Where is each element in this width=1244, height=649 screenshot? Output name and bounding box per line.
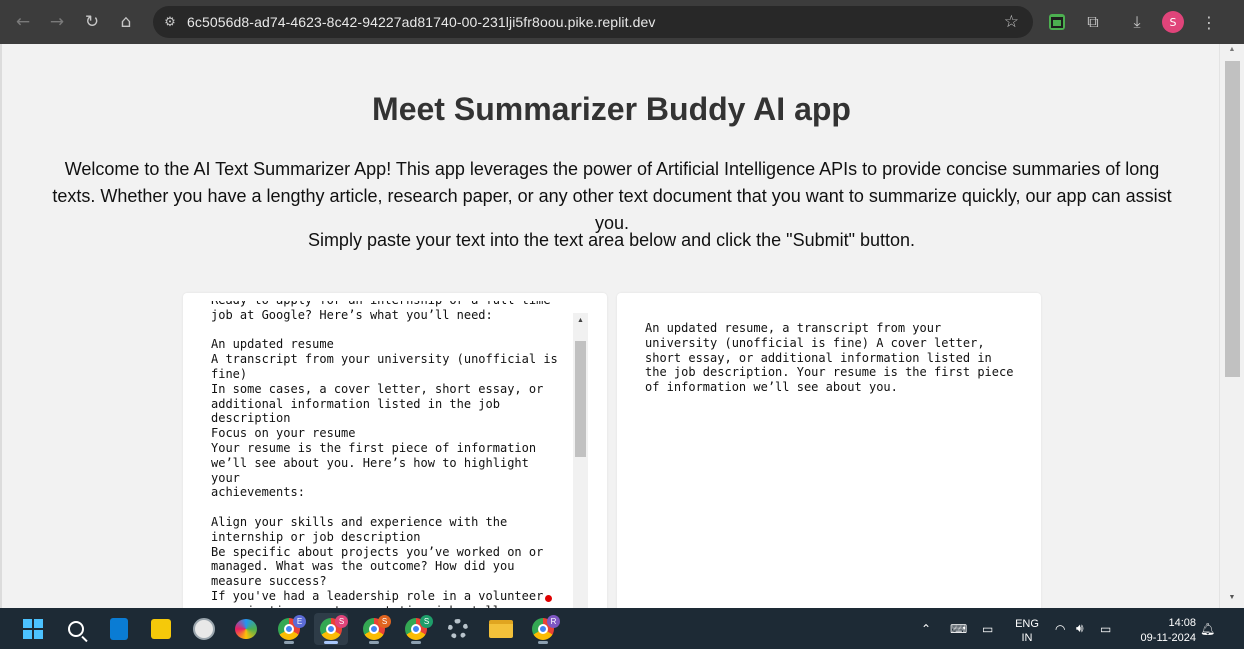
textarea-scrollbar[interactable]: ▲	[573, 313, 588, 608]
home-icon[interactable]: ⌂	[109, 5, 143, 39]
page-title: Meet Summarizer Buddy AI app	[372, 91, 851, 127]
chevron-up-icon[interactable]: ⌃	[921, 608, 931, 649]
site-info-icon[interactable]: ⚙	[161, 13, 179, 31]
input-text[interactable]: Ready to apply for an internship or a fu…	[211, 301, 563, 608]
input-textarea[interactable]: Ready to apply for an internship or a fu…	[211, 301, 573, 608]
folder-icon	[489, 620, 513, 638]
volume-icon[interactable]: 🔊︎	[1076, 608, 1084, 649]
profile-badge: S	[378, 615, 391, 628]
paint-icon	[235, 619, 257, 639]
back-icon[interactable]: ←	[6, 5, 40, 39]
chrome-profile-e[interactable]: E	[272, 613, 306, 645]
url-text[interactable]: 6c5056d8-ad74-4623-8c42-94227ad81740-00-…	[187, 14, 655, 30]
search-button[interactable]	[59, 613, 93, 645]
scroll-up-icon[interactable]: ▲	[573, 313, 588, 328]
language-indicator[interactable]: ENG IN	[1010, 617, 1044, 645]
summary-panel: An updated resume, a transcript from you…	[617, 293, 1041, 608]
page-scroll-thumb[interactable]	[1225, 61, 1240, 377]
sticky-notes-app[interactable]	[144, 613, 178, 645]
battery-icon[interactable]: ▭	[1100, 608, 1111, 649]
reload-icon[interactable]: ↻	[75, 5, 109, 39]
bookmark-star-icon[interactable]: ☆	[1004, 12, 1019, 32]
page-scroll-down-icon[interactable]: ▼	[1220, 594, 1244, 606]
search-icon	[68, 621, 84, 637]
chrome-profile-s-active[interactable]: S	[314, 613, 348, 645]
file-explorer-app[interactable]	[484, 613, 518, 645]
gear-icon	[448, 619, 468, 639]
page-viewport: Meet Summarizer Buddy AI app Welcome to …	[0, 44, 1244, 608]
settings-app[interactable]	[441, 613, 475, 645]
avatar[interactable]: S	[1159, 8, 1187, 36]
chrome-profile-s3[interactable]: S	[399, 613, 433, 645]
chrome-profile-r[interactable]: R	[526, 613, 560, 645]
page-scrollbar[interactable]: ▲ ▼	[1219, 44, 1244, 608]
forward-icon[interactable]: →	[40, 5, 74, 39]
instruction-text: Simply paste your text into the text are…	[307, 230, 916, 250]
profile-badge: S	[335, 615, 348, 628]
sticky-notes-icon	[151, 619, 171, 639]
input-panel: Ready to apply for an internship or a fu…	[183, 293, 607, 608]
summary-text: An updated resume, a transcript from you…	[645, 321, 1014, 395]
page-scroll-up-icon[interactable]: ▲	[1220, 46, 1244, 58]
extension-icon[interactable]	[1043, 8, 1071, 36]
profile-badge: R	[547, 615, 560, 628]
address-bar[interactable]: ⚙ 6c5056d8-ad74-4623-8c42-94227ad81740-0…	[153, 6, 1033, 38]
start-button[interactable]	[16, 613, 50, 645]
display-icon[interactable]: ▭	[982, 608, 993, 649]
phone-link-icon	[110, 618, 128, 640]
profile-badge: S	[420, 615, 433, 628]
clock-icon	[193, 618, 215, 640]
notification-bell-icon[interactable]: 🔔︎	[1200, 608, 1215, 649]
textarea-scroll-thumb[interactable]	[575, 341, 586, 457]
clock-app[interactable]	[187, 613, 221, 645]
profile-badge: E	[293, 615, 306, 628]
browser-toolbar: ← → ↻ ⌂ ⚙ 6c5056d8-ad74-4623-8c42-94227a…	[0, 0, 1244, 44]
windows-icon	[23, 619, 43, 639]
intro-paragraph: Welcome to the AI Text Summarizer App! T…	[52, 159, 1172, 233]
taskbar: E S S S R ⌃ ⌨ ▭ ENG IN ◠ 🔊︎ ▭ 14:08 09-1…	[0, 608, 1244, 649]
menu-dots-icon[interactable]: ⋮	[1195, 8, 1223, 36]
chrome-profile-s2[interactable]: S	[357, 613, 391, 645]
clock-date[interactable]: 14:08 09-11-2024	[1128, 616, 1196, 646]
download-icon[interactable]: ⤓	[1123, 8, 1151, 36]
phone-link-app[interactable]	[102, 613, 136, 645]
keyboard-icon[interactable]: ⌨	[950, 608, 967, 649]
puzzle-icon[interactable]: ⧉	[1079, 8, 1107, 36]
wifi-icon[interactable]: ◠	[1055, 608, 1065, 649]
paint-app[interactable]	[229, 613, 263, 645]
cursor-dot	[545, 595, 552, 602]
